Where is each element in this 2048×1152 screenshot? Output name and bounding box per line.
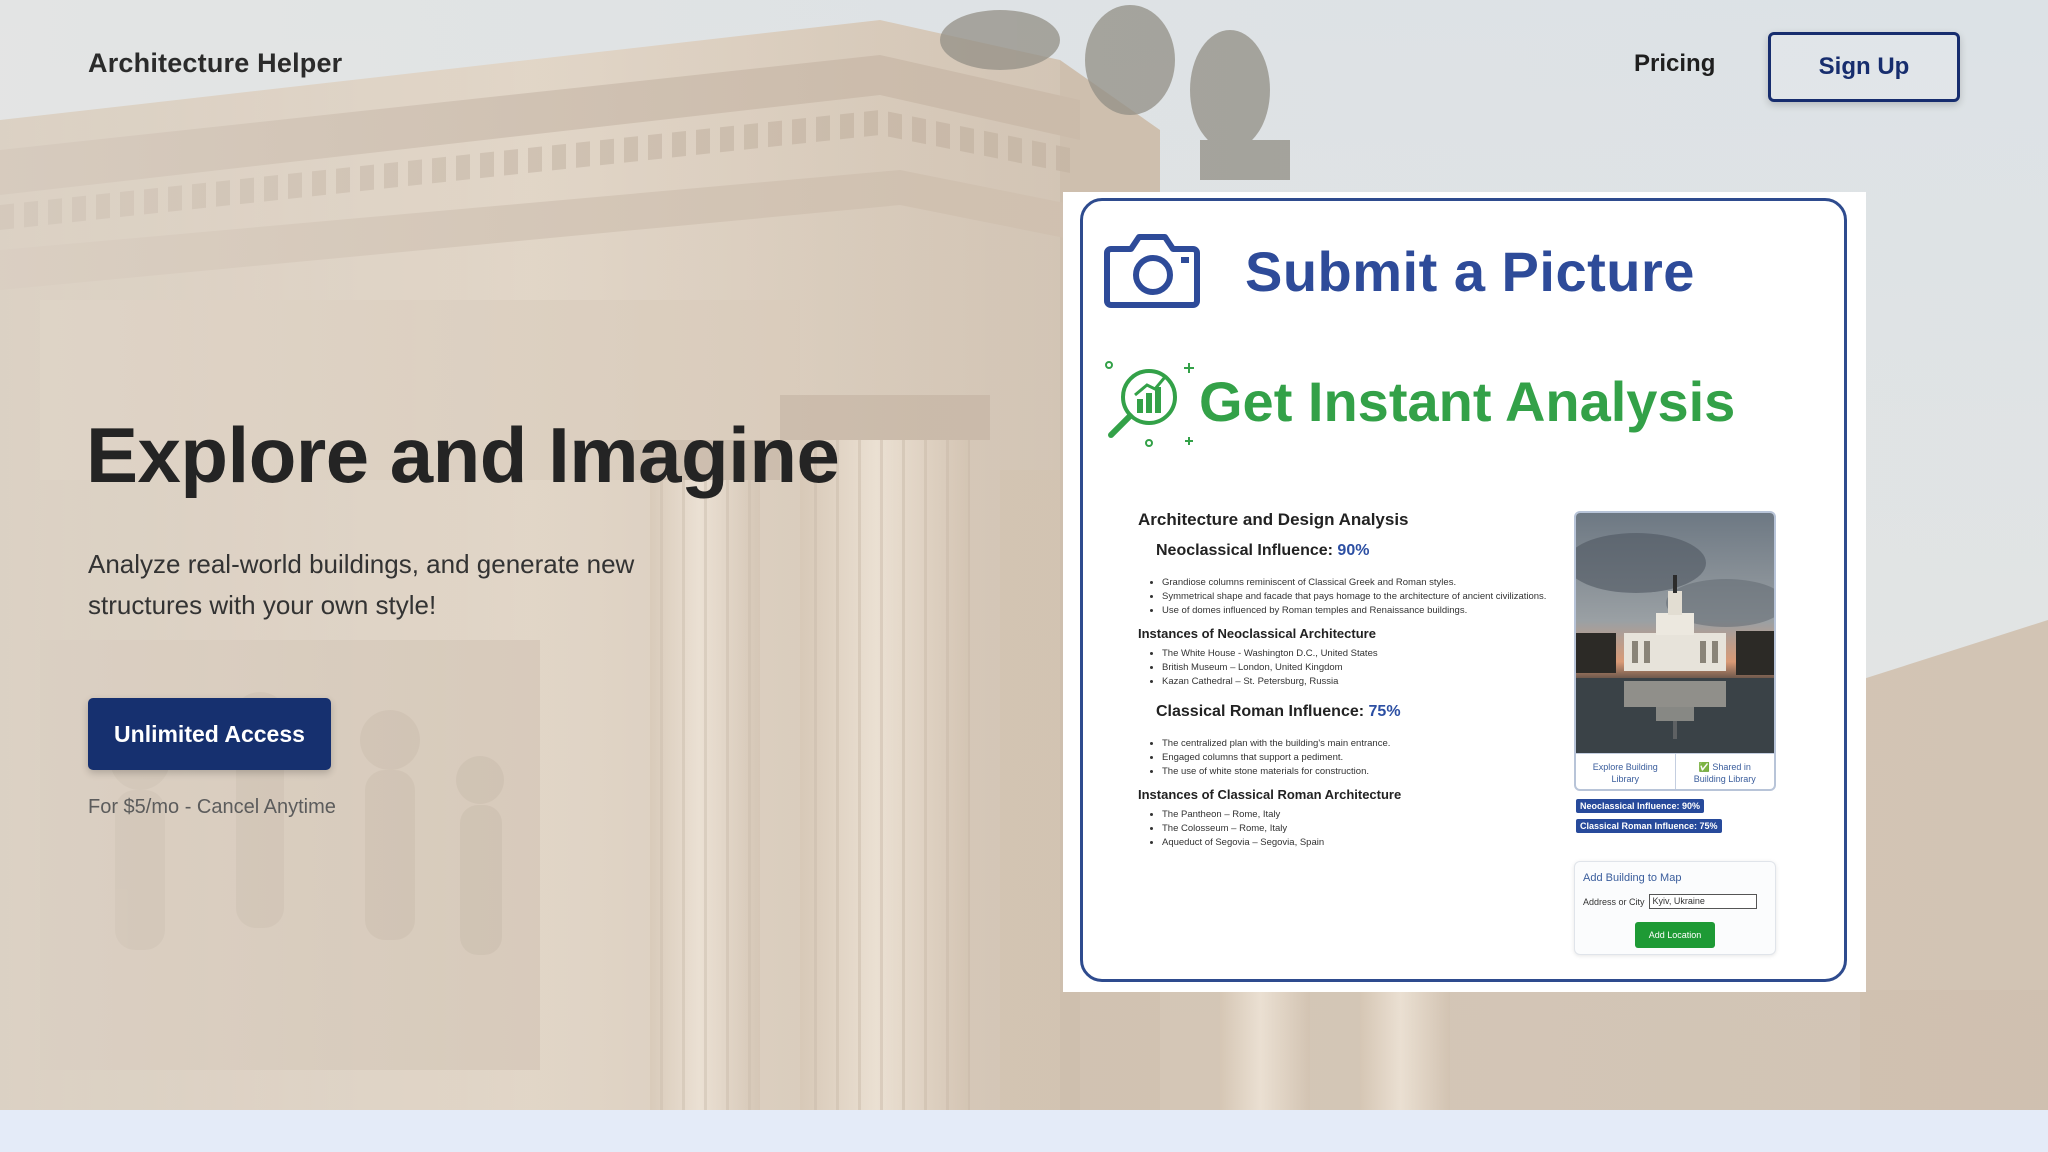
neoclassical-instances: The White House - Washington D.C., Unite…: [1138, 647, 1578, 689]
feature-preview-card: Submit a Picture Get Instant Analysis Ar…: [1080, 198, 1847, 982]
add-to-map-widget: Add Building to Map Address or City Kyiv…: [1574, 861, 1776, 955]
list-item: The use of white stone materials for con…: [1162, 765, 1578, 779]
pricing-link[interactable]: Pricing: [1634, 50, 1715, 78]
list-item: Aqueduct of Segovia – Segovia, Spain: [1162, 836, 1578, 850]
section-divider: [0, 1110, 2048, 1152]
building-photo: [1576, 513, 1774, 753]
sign-up-button[interactable]: Sign Up: [1768, 32, 1960, 102]
address-input[interactable]: Kyiv, Ukraine: [1648, 894, 1757, 909]
hero-subtitle: Analyze real-world buildings, and genera…: [88, 549, 635, 620]
feature-preview: Submit a Picture Get Instant Analysis Ar…: [1063, 192, 1866, 992]
list-item: The Pantheon – Rome, Italy: [1162, 808, 1578, 822]
list-item: British Museum – London, United Kingdom: [1162, 661, 1578, 675]
address-label: Address or City: [1583, 896, 1645, 907]
neoclassical-instances-title: Instances of Neoclassical Architecture: [1138, 626, 1376, 641]
neoclassical-influence: Neoclassical Influence: 90%: [1156, 542, 1578, 560]
roman-points: The centralized plan with the building's…: [1138, 737, 1578, 779]
list-item: The Colosseum – Rome, Italy: [1162, 822, 1578, 836]
roman-instances-title: Instances of Classical Roman Architectur…: [1138, 787, 1402, 802]
map-widget-title: Add Building to Map: [1583, 872, 1682, 884]
brand-logo[interactable]: Architecture Helper: [88, 48, 342, 79]
roman-influence: Classical Roman Influence: 75%: [1156, 703, 1578, 721]
building-side-panel: Explore Building Library ✅ Shared in Bui…: [1574, 511, 1776, 955]
report-title: Architecture and Design Analysis: [1138, 510, 1409, 529]
roman-label: Classical Roman Influence:: [1156, 703, 1365, 720]
list-item: Symmetrical shape and facade that pays h…: [1162, 590, 1578, 604]
neoclassical-badge: Neoclassical Influence: 90%: [1576, 799, 1705, 813]
shared-library-status[interactable]: ✅ Shared in Building Library: [1674, 754, 1775, 789]
roman-instances: The Pantheon – Rome, Italy The Colosseum…: [1138, 808, 1578, 850]
neoclassical-percent: 90%: [1337, 542, 1370, 559]
price-note: For $5/mo - Cancel Anytime: [88, 796, 336, 818]
map-address-row: Address or City Kyiv, Ukraine: [1583, 894, 1767, 909]
roman-percent: 75%: [1368, 703, 1401, 720]
step-analysis-title: Get Instant Analysis: [1199, 370, 1736, 433]
neoclassical-points: Grandiose columns reminiscent of Classic…: [1138, 576, 1578, 618]
add-location-button[interactable]: Add Location: [1635, 922, 1715, 948]
analytics-magnifier-icon: [1101, 353, 1201, 458]
photo-actions: Explore Building Library ✅ Shared in Bui…: [1576, 753, 1775, 789]
roman-badge: Classical Roman Influence: 75%: [1576, 819, 1722, 833]
camera-icon: [1103, 231, 1203, 316]
list-item: The White House - Washington D.C., Unite…: [1162, 647, 1578, 661]
unlimited-access-button[interactable]: Unlimited Access: [88, 698, 331, 770]
hero-headline: Explore and Imagine: [86, 411, 840, 499]
list-item: The centralized plan with the building's…: [1162, 737, 1578, 751]
analysis-report: Architecture and Design Analysis Neoclas…: [1138, 510, 1578, 858]
building-photo-card: Explore Building Library ✅ Shared in Bui…: [1574, 511, 1776, 791]
step-submit-title: Submit a Picture: [1245, 240, 1695, 303]
list-item: Use of domes influenced by Roman temples…: [1162, 604, 1578, 618]
list-item: Grandiose columns reminiscent of Classic…: [1162, 576, 1578, 590]
list-item: Engaged columns that support a pediment.: [1162, 751, 1578, 765]
neoclassical-label: Neoclassical Influence:: [1156, 542, 1333, 559]
list-item: Kazan Cathedral – St. Petersburg, Russia: [1162, 675, 1578, 689]
explore-library-button[interactable]: Explore Building Library: [1576, 754, 1675, 789]
